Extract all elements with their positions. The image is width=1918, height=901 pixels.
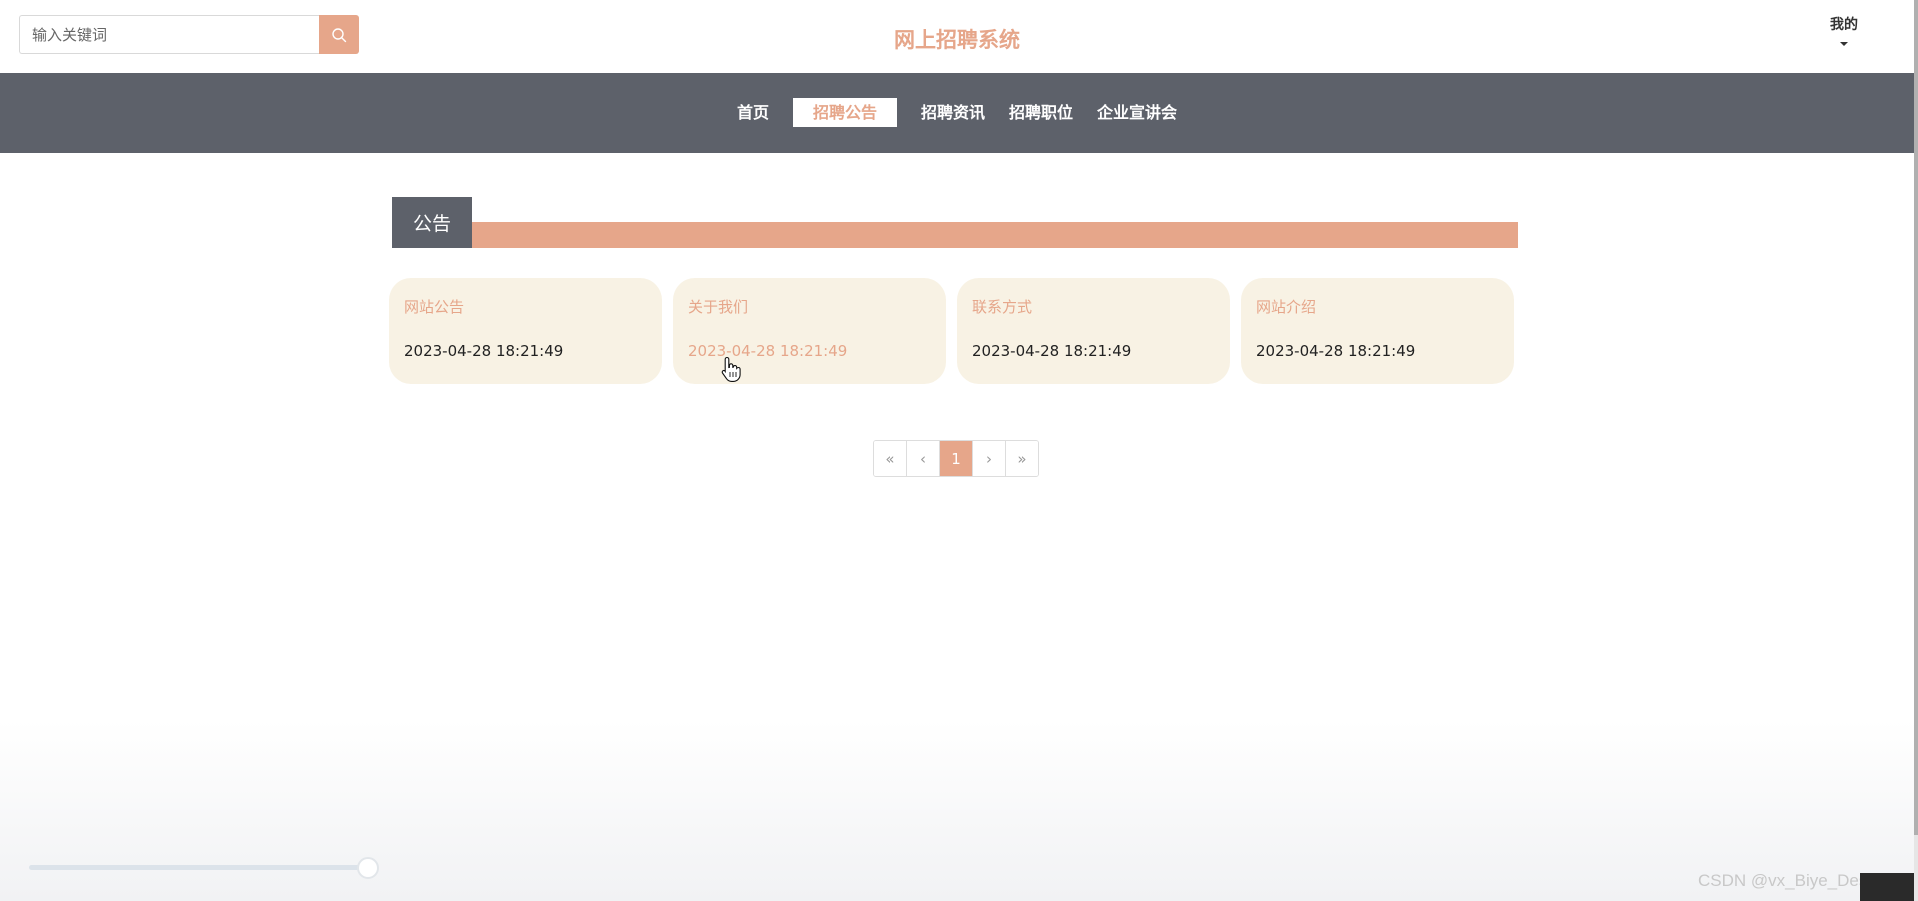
corner-thumbnail [1860,873,1914,901]
notice-card[interactable]: 关于我们 2023-04-28 18:21:49 [673,278,946,384]
page: 网上招聘系统 我的 首页 招聘公告 招聘资讯 招聘职位 企业宣讲会 公告 网站公… [0,0,1918,901]
notice-title: 网站介绍 [1256,298,1317,316]
page-scrollbar[interactable] [1914,0,1918,901]
notice-title: 联系方式 [972,298,1033,316]
next-page-button[interactable]: › [973,441,1006,476]
current-page-button[interactable]: 1 [940,441,973,476]
nav-item-home[interactable]: 首页 [725,98,781,127]
notice-card[interactable]: 网站公告 2023-04-28 18:21:49 [389,278,662,384]
scrollbar-thumb[interactable] [1914,0,1918,835]
nav-item-recruitment-news[interactable]: 招聘资讯 [909,98,997,127]
last-page-button[interactable]: » [1006,441,1038,476]
notice-card[interactable]: 网站介绍 2023-04-28 18:21:49 [1241,278,1514,384]
section-title: 公告 [392,197,472,248]
notice-title: 网站公告 [404,298,465,316]
section-heading: 公告 [392,197,1518,248]
pagination: « ‹ 1 › » [873,440,1039,477]
site-title: 网上招聘系统 [894,28,1020,52]
user-menu-label: 我的 [1830,17,1858,33]
notice-date: 2023-04-28 18:21:49 [1256,342,1416,360]
section-divider [472,222,1518,248]
hand-pointer-icon [721,356,741,382]
slider-handle[interactable] [357,857,379,879]
notice-card[interactable]: 联系方式 2023-04-28 18:21:49 [957,278,1230,384]
notice-list: 网站公告 2023-04-28 18:21:49 关于我们 2023-04-28… [389,278,1515,384]
notice-title: 关于我们 [688,298,749,316]
prev-page-button[interactable]: ‹ [907,441,940,476]
first-page-button[interactable]: « [874,441,907,476]
user-menu[interactable]: 我的 [1814,14,1874,46]
top-header: 网上招聘系统 我的 [0,0,1914,73]
notice-date: 2023-04-28 18:21:49 [404,342,564,360]
nav-item-job-positions[interactable]: 招聘职位 [997,98,1085,127]
nav-item-company-presentations[interactable]: 企业宣讲会 [1085,98,1189,127]
slider-track [29,865,371,870]
slider[interactable] [29,857,384,879]
notice-date: 2023-04-28 18:21:49 [972,342,1132,360]
caret-down-icon [1840,42,1848,46]
main-nav: 首页 招聘公告 招聘资讯 招聘职位 企业宣讲会 [0,73,1914,153]
nav-item-recruitment-notices[interactable]: 招聘公告 [792,98,897,127]
nav-items: 首页 招聘公告 招聘资讯 招聘职位 企业宣讲会 [0,98,1914,127]
